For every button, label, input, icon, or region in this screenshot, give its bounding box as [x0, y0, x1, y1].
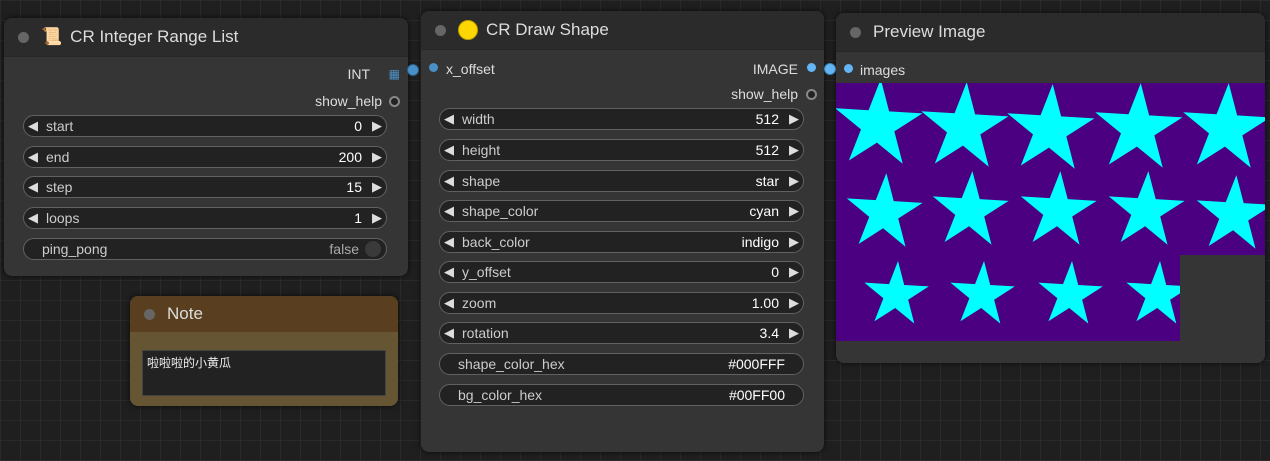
- note-node[interactable]: Note 啦啦啦的小黄瓜: [130, 296, 398, 406]
- decrement-icon[interactable]: ◀: [440, 264, 458, 280]
- integer-range-node[interactable]: 📜 CR Integer Range List INT ▦ show_help …: [4, 18, 408, 276]
- note-textarea[interactable]: 啦啦啦的小黄瓜: [142, 350, 386, 396]
- image-output-slot[interactable]: [807, 63, 816, 72]
- decrement-icon[interactable]: ◀: [440, 234, 458, 250]
- toggle-knob[interactable]: [365, 241, 381, 257]
- preview-image-node[interactable]: Preview Image images: [836, 13, 1265, 363]
- decrement-icon[interactable]: ◀: [440, 111, 458, 127]
- increment-icon[interactable]: ▶: [785, 295, 803, 311]
- node-title: CR Draw Shape: [486, 20, 609, 39]
- widget-shape-color-hex[interactable]: shape_color_hex #000FFF: [439, 353, 804, 375]
- note-text: 啦啦啦的小黄瓜: [147, 356, 232, 370]
- preview-image[interactable]: [836, 83, 1265, 341]
- widget-zoom[interactable]: ◀ zoom 1.00 ▶: [439, 292, 804, 314]
- increment-icon[interactable]: ▶: [785, 203, 803, 219]
- decrement-icon[interactable]: ◀: [440, 295, 458, 311]
- decrement-icon[interactable]: ◀: [440, 203, 458, 219]
- decrement-icon[interactable]: ◀: [440, 173, 458, 189]
- increment-icon[interactable]: ▶: [785, 325, 803, 341]
- show-help-label: show_help: [315, 93, 382, 109]
- x-offset-input-slot[interactable]: [429, 63, 438, 72]
- widget-y-offset[interactable]: ◀ y_offset 0 ▶: [439, 261, 804, 283]
- grid-icon[interactable]: ▦: [389, 67, 400, 81]
- increment-icon[interactable]: ▶: [785, 264, 803, 280]
- decrement-icon[interactable]: ◀: [24, 179, 42, 195]
- increment-icon[interactable]: ▶: [785, 111, 803, 127]
- decrement-icon[interactable]: ◀: [24, 149, 42, 165]
- integer-range-title-bar[interactable]: 📜 CR Integer Range List: [4, 18, 408, 57]
- widget-end[interactable]: ◀ end 200 ▶: [23, 146, 387, 168]
- collapse-dot[interactable]: [144, 308, 155, 320]
- increment-icon[interactable]: ▶: [368, 210, 386, 226]
- widget-bg-color-hex[interactable]: bg_color_hex #00FF00: [439, 384, 804, 406]
- widget-width[interactable]: ◀ width 512 ▶: [439, 108, 804, 130]
- node-title: CR Integer Range List: [70, 27, 239, 46]
- x-offset-label: x_offset: [446, 61, 495, 77]
- scroll-icon: 📜: [41, 27, 63, 46]
- widget-loops[interactable]: ◀ loops 1 ▶: [23, 207, 387, 229]
- decrement-icon[interactable]: ◀: [24, 210, 42, 226]
- image-output-label: IMAGE: [752, 61, 798, 77]
- widget-shape-color[interactable]: ◀ shape_color cyan ▶: [439, 200, 804, 222]
- images-input-label: images: [860, 62, 906, 78]
- widget-shape[interactable]: ◀ shape star ▶: [439, 170, 804, 192]
- widget-rotation[interactable]: ◀ rotation 3.4 ▶: [439, 322, 804, 344]
- collapse-dot[interactable]: [18, 31, 29, 43]
- toggle-ping-pong[interactable]: ping_pong false: [23, 238, 387, 260]
- preview-title-bar[interactable]: Preview Image: [836, 13, 1265, 52]
- note-title: Note: [167, 304, 203, 323]
- show-help-slot[interactable]: [389, 96, 400, 107]
- increment-icon[interactable]: ▶: [368, 179, 386, 195]
- collapse-dot[interactable]: [435, 24, 446, 36]
- collapse-dot[interactable]: [850, 26, 861, 38]
- increment-icon[interactable]: ▶: [368, 149, 386, 165]
- increment-icon[interactable]: ▶: [785, 173, 803, 189]
- widget-step[interactable]: ◀ step 15 ▶: [23, 176, 387, 198]
- increment-icon[interactable]: ▶: [785, 234, 803, 250]
- images-input-slot[interactable]: [844, 64, 853, 73]
- note-title-bar[interactable]: Note: [130, 296, 398, 332]
- show-help-slot[interactable]: [806, 89, 817, 100]
- widget-start[interactable]: ◀ start 0 ▶: [23, 115, 387, 137]
- widget-height[interactable]: ◀ height 512 ▶: [439, 139, 804, 161]
- yellow-circle-icon: [458, 20, 478, 40]
- widget-back-color[interactable]: ◀ back_color indigo ▶: [439, 231, 804, 253]
- decrement-icon[interactable]: ◀: [24, 118, 42, 134]
- node-title: Preview Image: [873, 22, 986, 41]
- draw-shape-title-bar[interactable]: CR Draw Shape: [421, 11, 824, 50]
- decrement-icon[interactable]: ◀: [440, 142, 458, 158]
- decrement-icon[interactable]: ◀: [440, 325, 458, 341]
- int-output-label: INT: [347, 66, 370, 82]
- show-help-label: show_help: [731, 86, 798, 102]
- increment-icon[interactable]: ▶: [368, 118, 386, 134]
- draw-shape-node[interactable]: CR Draw Shape x_offset IMAGE show_help ◀…: [421, 11, 824, 452]
- increment-icon[interactable]: ▶: [785, 142, 803, 158]
